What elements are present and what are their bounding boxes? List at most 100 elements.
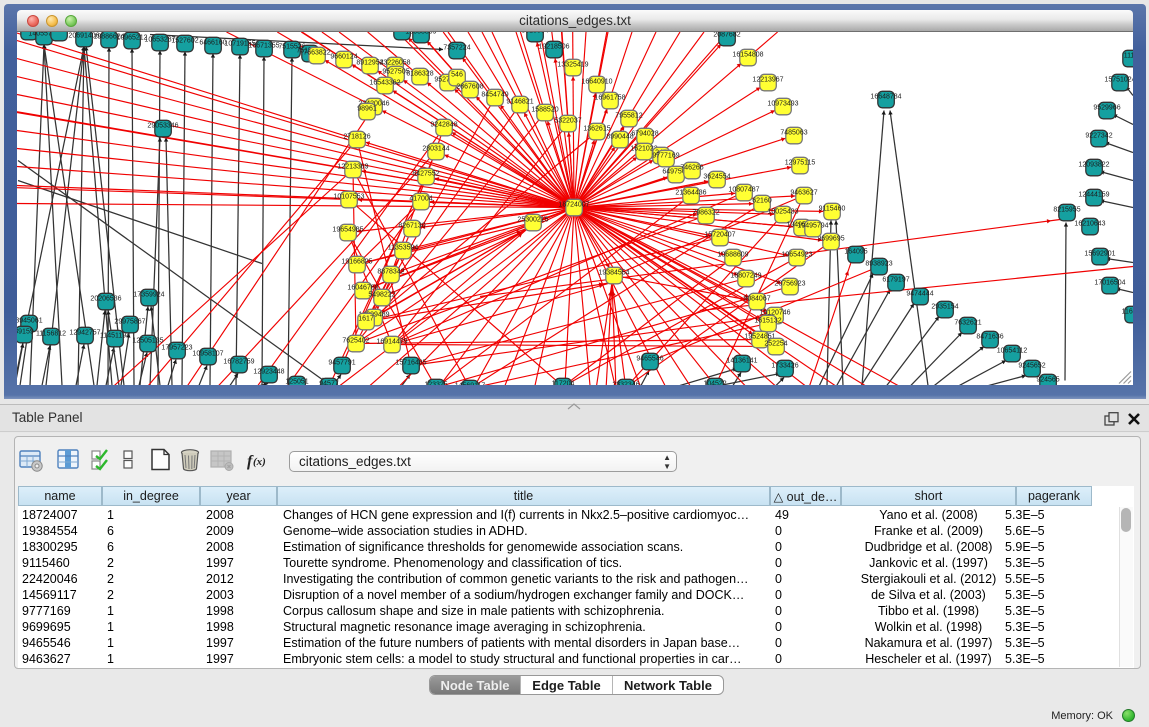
svg-text:1117: 1117 <box>1124 52 1133 59</box>
svg-text:9245652: 9245652 <box>1018 362 1045 369</box>
svg-text:9529966: 9529966 <box>1093 104 1120 111</box>
svg-text:20756923: 20756923 <box>774 280 805 287</box>
svg-text:11156812: 11156812 <box>36 330 66 337</box>
svg-text:15692901: 15692901 <box>1084 250 1115 257</box>
svg-text:9699695: 9699695 <box>817 235 844 242</box>
svg-text:7986322: 7986322 <box>692 209 719 216</box>
svg-text:19654923: 19654923 <box>781 251 812 258</box>
svg-text:417004: 417004 <box>409 195 432 202</box>
svg-text:8938923: 8938923 <box>865 260 892 267</box>
svg-text:8878342: 8878342 <box>377 268 404 275</box>
svg-text:125051: 125051 <box>285 378 308 385</box>
svg-text:7955812: 7955812 <box>615 112 642 119</box>
svg-text:1733426: 1733426 <box>771 362 798 369</box>
svg-text:10965212: 10965212 <box>116 34 147 41</box>
svg-text:8215955: 8215955 <box>1053 206 1080 213</box>
svg-text:10958107: 10958107 <box>192 350 223 357</box>
svg-text:9227342: 9227342 <box>1085 132 1112 139</box>
svg-text:117204: 117204 <box>552 380 575 385</box>
svg-text:2087682: 2087682 <box>713 32 740 39</box>
svg-text:6466160: 6466160 <box>199 39 226 46</box>
svg-text:9660124: 9660124 <box>330 53 357 60</box>
svg-text:546: 546 <box>451 71 463 78</box>
svg-text:11451194: 11451194 <box>100 332 130 339</box>
svg-text:19384554: 19384554 <box>598 269 629 276</box>
svg-text:924565: 924565 <box>1036 376 1059 383</box>
svg-text:1615132: 1615132 <box>754 317 781 324</box>
svg-text:19495794: 19495794 <box>797 222 828 229</box>
svg-text:8454749: 8454749 <box>481 91 508 98</box>
svg-text:12444159: 12444159 <box>1078 191 1109 198</box>
svg-text:62160: 62160 <box>752 197 772 204</box>
svg-text:9457791: 9457791 <box>328 359 355 366</box>
svg-text:17359924: 17359924 <box>133 291 164 298</box>
svg-text:23226058: 23226058 <box>379 59 410 66</box>
svg-text:2069: 2069 <box>51 32 67 34</box>
svg-text:6794028: 6794028 <box>631 130 658 137</box>
svg-text:7632621: 7632621 <box>954 319 981 326</box>
svg-text:14569117: 14569117 <box>455 382 486 385</box>
svg-text:104522: 104522 <box>703 380 726 385</box>
svg-text:2803144: 2803144 <box>422 145 449 152</box>
svg-text:29053346: 29053346 <box>147 122 178 129</box>
svg-text:(x): (x) <box>253 456 266 468</box>
svg-text:16782759: 16782759 <box>223 358 254 365</box>
svg-text:94577: 94577 <box>319 380 339 385</box>
svg-text:12923448: 12923448 <box>253 368 284 375</box>
svg-text:15720407: 15720407 <box>704 231 735 238</box>
svg-text:5322037: 5322037 <box>554 117 581 124</box>
svg-text:16648784: 16648784 <box>870 93 901 100</box>
svg-text:10654112: 10654112 <box>997 347 1028 354</box>
svg-text:25300215: 25300215 <box>517 216 548 223</box>
svg-text:5498222: 5498222 <box>368 291 395 298</box>
svg-text:12505135: 12505135 <box>132 337 163 344</box>
svg-text:9465546: 9465546 <box>636 355 663 362</box>
svg-text:1588520: 1588520 <box>531 106 558 113</box>
svg-text:9463627: 9463627 <box>790 189 817 196</box>
svg-text:13325419: 13325419 <box>557 61 588 68</box>
svg-text:9115460: 9115460 <box>819 205 846 212</box>
svg-text:39159: 39159 <box>17 328 34 335</box>
svg-text:8990448: 8990448 <box>606 133 633 140</box>
svg-text:1527602: 1527602 <box>171 37 198 44</box>
svg-text:12093822: 12093822 <box>1078 161 1109 168</box>
svg-text:16961758: 16961758 <box>594 94 625 101</box>
svg-text:16543362: 16543362 <box>369 79 400 86</box>
svg-text:123325: 123325 <box>424 381 447 385</box>
svg-text:3945061: 3945061 <box>17 317 43 324</box>
svg-text:16046768: 16046768 <box>347 284 378 291</box>
svg-text:12942757: 12942757 <box>69 329 100 336</box>
svg-text:164095: 164095 <box>844 248 867 255</box>
svg-text:8427552: 8427552 <box>412 170 439 177</box>
svg-text:746266: 746266 <box>680 164 703 171</box>
svg-text:15716485: 15716485 <box>395 359 426 366</box>
svg-text:10688609: 10688609 <box>717 251 748 258</box>
svg-text:10807487: 10807487 <box>728 186 759 193</box>
svg-text:16640910: 16640910 <box>581 78 612 85</box>
svg-text:20206536: 20206536 <box>90 295 121 302</box>
svg-text:9084067: 9084067 <box>743 295 770 302</box>
svg-text:16033809: 16033809 <box>405 32 436 36</box>
svg-text:12213967: 12213967 <box>752 76 783 83</box>
svg-text:16210643: 16210643 <box>1074 220 1105 227</box>
svg-text:19218506: 19218506 <box>538 43 569 50</box>
svg-text:17016504: 17016504 <box>1094 279 1125 286</box>
svg-text:11353594: 11353594 <box>388 244 419 251</box>
svg-text:8186328: 8186328 <box>406 70 433 77</box>
svg-text:7663822: 7663822 <box>303 49 330 56</box>
svg-text:10973493: 10973493 <box>767 100 798 107</box>
svg-text:98961: 98961 <box>357 105 377 112</box>
svg-text:2718126: 2718126 <box>343 133 370 140</box>
svg-text:12213369: 12213369 <box>337 163 368 170</box>
svg-text:29975867: 29975867 <box>114 318 145 325</box>
svg-text:17957223: 17957223 <box>161 344 192 351</box>
svg-text:7485063: 7485063 <box>780 129 807 136</box>
svg-text:18724007: 18724007 <box>558 201 589 208</box>
svg-text:18807249: 18807249 <box>730 272 761 279</box>
svg-text:21364436: 21364436 <box>675 189 706 196</box>
svg-text:16914479: 16914479 <box>376 338 407 345</box>
svg-text:19654985: 19654985 <box>332 226 363 233</box>
svg-text:2867608: 2867608 <box>456 83 483 90</box>
svg-text:12975115: 12975115 <box>785 159 816 166</box>
svg-text:9777169: 9777169 <box>652 152 679 159</box>
